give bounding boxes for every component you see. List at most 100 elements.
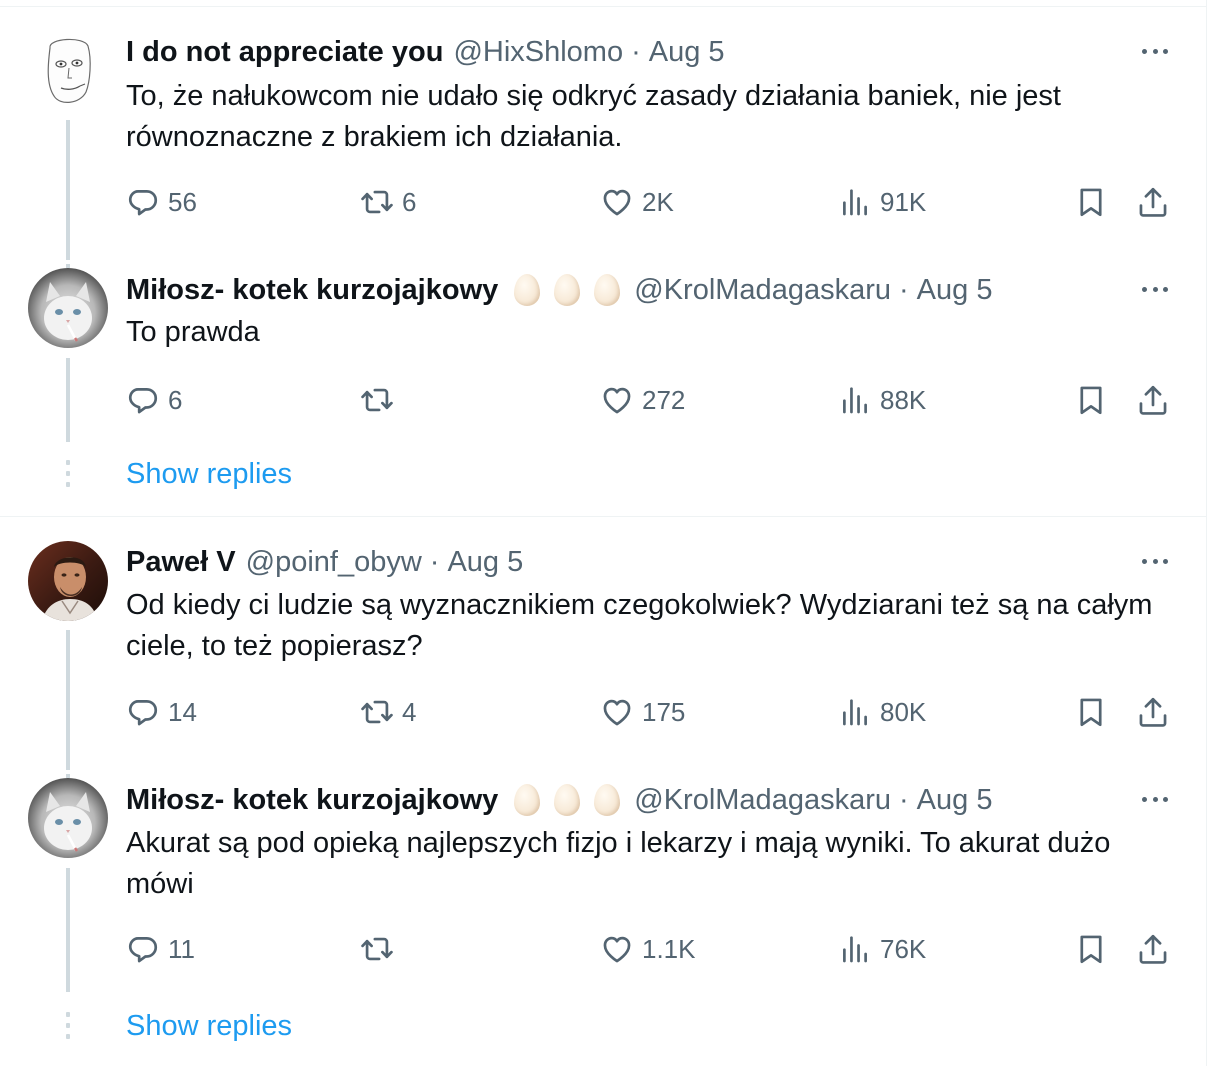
tweet-text: Od kiedy ci ludzie są wyznacznikiem czeg… xyxy=(126,589,1153,662)
like-count: 272 xyxy=(642,384,686,415)
retweet-icon xyxy=(360,932,394,966)
retweet-icon xyxy=(360,383,394,417)
show-replies-link[interactable]: Show replies xyxy=(126,1010,292,1043)
thread-line xyxy=(66,868,70,992)
egg-icon xyxy=(594,784,621,816)
like-count: 175 xyxy=(642,696,686,727)
share-icon xyxy=(1136,932,1170,966)
retweet-button[interactable] xyxy=(360,929,402,969)
view-count: 91K xyxy=(880,186,927,217)
reply-button[interactable]: 11 xyxy=(126,929,195,969)
tweet-header: Miłosz- kotek kurzojajkowy @KrolMadagask… xyxy=(126,782,992,818)
view-count: 80K xyxy=(880,696,927,727)
author-name[interactable]: I do not appreciate you xyxy=(126,36,443,69)
author-handle[interactable]: @KrolMadagaskaru xyxy=(634,274,891,307)
reply-icon xyxy=(126,695,160,729)
thread-line xyxy=(66,120,70,260)
retweet-button[interactable]: 4 xyxy=(360,692,416,732)
more-replies-dots xyxy=(66,460,70,487)
share-button[interactable] xyxy=(1136,929,1170,969)
more-icon[interactable] xyxy=(1140,36,1170,66)
tweet-date[interactable]: Aug 5 xyxy=(917,274,993,307)
more-icon[interactable] xyxy=(1140,274,1170,304)
views-icon xyxy=(838,695,872,729)
view-count: 88K xyxy=(880,384,927,415)
views-button[interactable]: 76K xyxy=(838,929,926,969)
tweet-header: Miłosz- kotek kurzojajkowy @KrolMadagask… xyxy=(126,272,992,308)
bookmark-button[interactable] xyxy=(1074,929,1108,969)
tweet-actions: 56 6 2K 91K xyxy=(126,182,1186,222)
reply-count: 11 xyxy=(168,933,195,964)
thread-line xyxy=(66,358,70,442)
share-button[interactable] xyxy=(1136,182,1170,222)
author-name[interactable]: Miłosz- kotek kurzojajkowy xyxy=(126,274,498,307)
right-divider xyxy=(1206,0,1207,1066)
egg-icon xyxy=(554,274,581,306)
like-button[interactable]: 1.1K xyxy=(600,929,696,969)
reply-icon xyxy=(126,185,160,219)
tweet-date[interactable]: Aug 5 xyxy=(649,36,725,69)
tweet-actions: 14 4 175 80K xyxy=(126,692,1186,732)
bookmark-button[interactable] xyxy=(1074,380,1108,420)
tweet-actions: 6 272 88K xyxy=(126,380,1186,420)
like-count: 2K xyxy=(642,186,674,217)
author-handle[interactable]: @poinf_obyw xyxy=(246,546,422,579)
reply-button[interactable]: 14 xyxy=(126,692,197,732)
avatar[interactable] xyxy=(28,778,108,858)
separator: · xyxy=(899,273,909,306)
share-button[interactable] xyxy=(1136,692,1170,732)
views-button[interactable]: 91K xyxy=(838,182,926,222)
like-icon xyxy=(600,932,634,966)
avatar[interactable] xyxy=(28,541,108,621)
reply-count: 56 xyxy=(168,186,197,217)
bookmark-button[interactable] xyxy=(1074,692,1108,732)
retweet-icon xyxy=(360,185,394,219)
share-icon xyxy=(1136,185,1170,219)
reply-button[interactable]: 56 xyxy=(126,182,197,222)
reply-count: 6 xyxy=(168,384,183,415)
views-button[interactable]: 80K xyxy=(838,692,926,732)
tweet-text: To prawda xyxy=(126,316,260,348)
view-count: 76K xyxy=(880,933,927,964)
separator: · xyxy=(429,545,440,578)
tweet-text: To, że nałukowcom nie udało się odkryć z… xyxy=(126,80,1061,153)
like-icon xyxy=(600,185,634,219)
avatar[interactable] xyxy=(28,30,108,110)
show-replies-link[interactable]: Show replies xyxy=(126,458,292,491)
more-replies-dots xyxy=(66,1012,70,1039)
separator: · xyxy=(631,35,641,68)
like-button[interactable]: 175 xyxy=(600,692,685,732)
views-icon xyxy=(838,932,872,966)
bookmark-button[interactable] xyxy=(1074,182,1108,222)
top-divider xyxy=(0,6,1206,7)
egg-icon xyxy=(554,784,581,816)
conversation-divider xyxy=(0,516,1206,517)
reply-count: 14 xyxy=(168,696,197,727)
bookmark-icon xyxy=(1074,185,1108,219)
author-name[interactable]: Paweł V xyxy=(126,546,236,579)
reply-icon xyxy=(126,932,160,966)
author-handle[interactable]: @KrolMadagaskaru xyxy=(634,784,891,817)
name-emoji xyxy=(514,784,621,816)
reply-button[interactable]: 6 xyxy=(126,380,182,420)
egg-icon xyxy=(594,274,621,306)
more-icon[interactable] xyxy=(1140,546,1170,576)
separator: · xyxy=(899,783,909,816)
like-button[interactable]: 272 xyxy=(600,380,685,420)
thread-line xyxy=(66,630,70,770)
bookmark-icon xyxy=(1074,932,1108,966)
share-button[interactable] xyxy=(1136,380,1170,420)
tweet-date[interactable]: Aug 5 xyxy=(447,546,523,579)
views-button[interactable]: 88K xyxy=(838,380,926,420)
like-button[interactable]: 2K xyxy=(600,182,674,222)
avatar[interactable] xyxy=(28,268,108,348)
author-name[interactable]: Miłosz- kotek kurzojajkowy xyxy=(126,784,498,817)
retweet-count: 4 xyxy=(402,696,417,727)
tweet-header: Paweł V @poinf_obyw · Aug 5 xyxy=(126,544,523,580)
tweet-header: I do not appreciate you @HixShlomo · Aug… xyxy=(126,34,725,70)
retweet-button[interactable] xyxy=(360,380,402,420)
tweet-date[interactable]: Aug 5 xyxy=(917,784,993,817)
retweet-button[interactable]: 6 xyxy=(360,182,416,222)
more-icon[interactable] xyxy=(1140,784,1170,814)
author-handle[interactable]: @HixShlomo xyxy=(453,36,623,69)
